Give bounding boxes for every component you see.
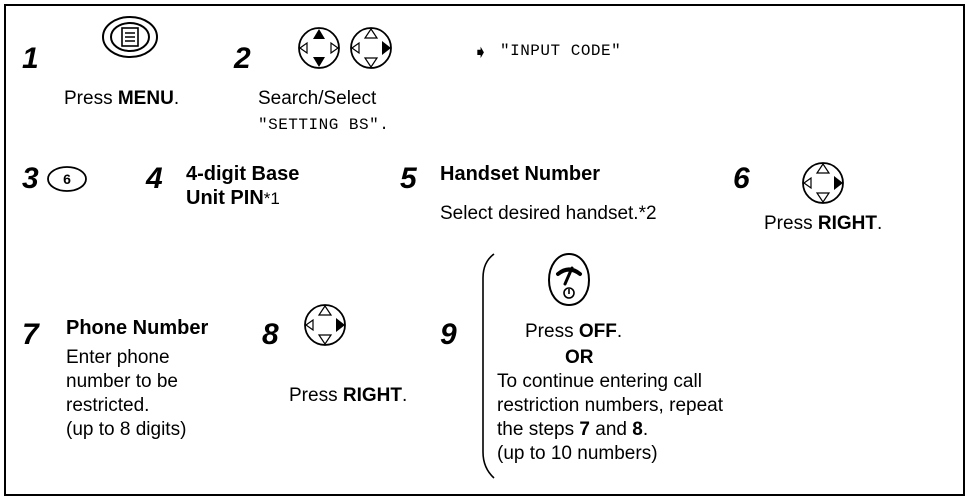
navigator-right-icon [802,162,844,204]
navigator-right-icon [304,304,346,346]
step-9-line-4: (up to 10 numbers) [497,443,658,464]
step-5-number: 5 [400,162,417,195]
step-9-caption: Press OFF. [525,321,623,342]
step-7-line-1: Enter phone [66,347,170,368]
display-result-text: "INPUT CODE" [500,42,622,60]
step-2-number: 2 [234,42,251,75]
step-8-number: 8 [262,318,279,351]
dial-key-6-icon: 6 [47,166,87,192]
step-9-line-1: To continue entering call [497,371,702,392]
menu-button-icon [102,16,158,58]
navigator-up-down-icon [298,27,392,69]
step-7-heading: Phone Number [66,317,209,339]
step-2-caption: Search/Select [258,88,377,109]
svg-text:6: 6 [63,171,71,187]
step-1-caption: Press MENU. [64,88,180,109]
step-7-line-3: restricted. [66,395,150,416]
step-9-line-2: restriction numbers, repeat [497,395,723,416]
step-9-line-3: the steps 7 and 8. [497,419,649,440]
step-7-number: 7 [22,318,39,351]
step-6-number: 6 [733,162,750,195]
step-5-caption: Select desired handset.*2 [440,203,657,224]
step-8-caption: Press RIGHT. [289,385,408,406]
step-2-caption-mono: "SETTING BS". [258,116,390,134]
off-button-icon [547,252,591,307]
step-4-heading-line1: 4-digit Base [186,163,300,185]
step-7-line-4: (up to 8 digits) [66,419,187,440]
step-9-or-label: OR [565,347,594,368]
step-9-number: 9 [440,318,457,351]
step-7-line-2: number to be [66,371,178,392]
step-1-number: 1 [22,42,39,75]
step-4-number: 4 [146,162,163,195]
step-3-number: 3 [22,162,39,195]
step-6-caption: Press RIGHT. [764,213,883,234]
step-5-heading: Handset Number [440,163,601,185]
result-arrow-icon: ➧ [473,42,489,62]
step-4-heading-line2: Unit PIN*1 [186,187,280,209]
